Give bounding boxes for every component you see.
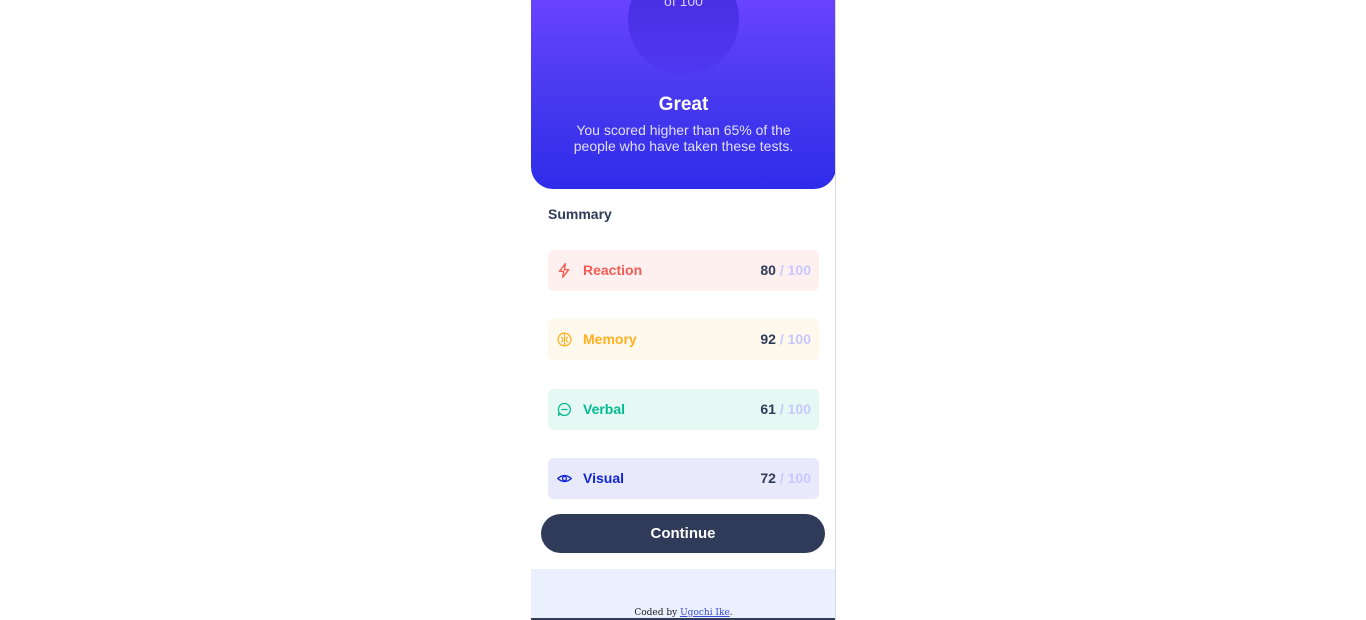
score-slash: /	[779, 470, 784, 486]
summary-item-score: 61 / 100	[760, 401, 811, 418]
score-slash: /	[779, 331, 784, 347]
result-panel: 76 of 100 Great You scored higher than 6…	[531, 0, 835, 189]
summary-item-score: 72 / 100	[760, 470, 811, 487]
attribution-prefix: Coded by	[634, 608, 678, 618]
author-link[interactable]: Ugochi Ike	[680, 608, 730, 618]
summary-item-label: Reaction	[583, 262, 643, 278]
score-number: 80	[760, 262, 776, 278]
summary-item-label: Visual	[583, 470, 624, 486]
summary-item-score: 80 / 100	[760, 262, 811, 279]
score-of-total: of 100	[664, 0, 703, 9]
results-card: 76 of 100 Great You scored higher than 6…	[531, 0, 836, 620]
summary-item-reaction: Reaction 80 / 100	[548, 250, 819, 291]
score-number: 72	[760, 470, 776, 486]
summary-item-verbal: Verbal 61 / 100	[548, 389, 819, 430]
continue-button[interactable]: Continue	[541, 514, 825, 553]
score-max: 100	[787, 470, 811, 486]
brain-icon	[557, 332, 572, 347]
summary-item-score: 92 / 100	[760, 331, 811, 348]
lightning-icon	[558, 263, 570, 278]
summary-title: Summary	[548, 206, 612, 222]
rating-title: Great	[658, 94, 709, 115]
score-max: 100	[787, 401, 811, 417]
speech-bubble-icon	[557, 402, 571, 417]
score-max: 100	[787, 331, 811, 347]
result-description: You scored higher than 65% of the people…	[573, 122, 794, 154]
score-circle: 76 of 100	[628, 0, 739, 75]
attribution-footer: Coded by Ugochi Ike.	[531, 569, 835, 620]
eye-icon	[557, 474, 572, 483]
summary-item-visual: Visual 72 / 100	[548, 458, 819, 499]
score-number: 61	[760, 401, 776, 417]
score-slash: /	[779, 401, 784, 417]
attribution-suffix: .	[729, 608, 733, 618]
summary-item-memory: Memory 92 / 100	[548, 319, 819, 360]
score-slash: /	[779, 262, 784, 278]
summary-item-label: Verbal	[583, 401, 626, 417]
score-max: 100	[787, 262, 811, 278]
score-number: 92	[760, 331, 776, 347]
attribution-text: Coded by Ugochi Ike.	[531, 608, 835, 618]
summary-item-label: Memory	[583, 331, 637, 347]
